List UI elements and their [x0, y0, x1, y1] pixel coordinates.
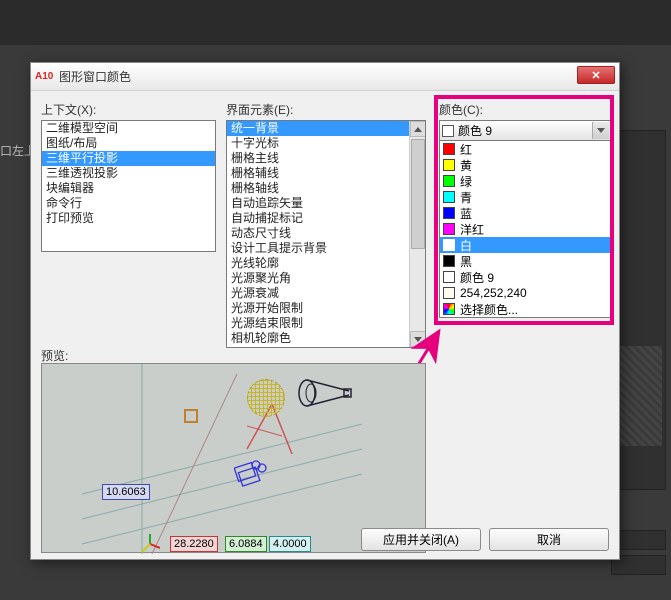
element-list-item[interactable]: 自动追踪矢量 — [227, 196, 425, 211]
color-swatch-icon — [443, 175, 455, 187]
color-option-label: 黑 — [460, 253, 472, 270]
color-swatch-icon — [443, 255, 455, 267]
scroll-down-button[interactable] — [410, 331, 426, 347]
cancel-button[interactable]: 取消 — [489, 528, 609, 551]
element-list-item[interactable]: 栅格主线 — [227, 151, 425, 166]
app-icon: A10 — [35, 69, 53, 85]
element-list-item[interactable]: 设计工具提示背景 — [227, 241, 425, 256]
element-list-item[interactable]: 光源衰减 — [227, 286, 425, 301]
combobox-drop-button[interactable] — [592, 122, 609, 139]
arrow-down-icon — [414, 337, 422, 342]
context-list-item[interactable]: 命令行 — [42, 196, 215, 211]
cancel-label: 取消 — [537, 531, 561, 548]
color-swatch-icon — [443, 159, 455, 171]
color-option-label: 黄 — [460, 157, 472, 174]
color-option-label: 青 — [460, 189, 472, 206]
scroll-thumb[interactable] — [411, 139, 425, 249]
dialog-title: 图形窗口颜色 — [59, 68, 131, 85]
close-icon: ✕ — [591, 69, 600, 82]
chevron-down-icon — [597, 128, 605, 133]
dialog-body: 上下文(X): 二维模型空间图纸/布局三维平行投影三维透视投影块编辑器命令行打印… — [41, 101, 609, 519]
color-option-label: 红 — [460, 141, 472, 158]
color-swatch-icon — [443, 271, 455, 283]
preview-value-a: 10.6063 — [102, 484, 150, 500]
element-list-item[interactable]: 统一背景 — [227, 121, 425, 136]
element-list-item[interactable]: 十字光标 — [227, 136, 425, 151]
color-option-label: 绿 — [460, 173, 472, 190]
context-label: 上下文(X): — [41, 101, 216, 118]
element-list-item[interactable]: 光源开始限制 — [227, 301, 425, 316]
color-option[interactable]: 洋红 — [440, 221, 610, 237]
current-color-text: 颜色 9 — [458, 122, 492, 139]
color-label: 颜色(C): — [439, 101, 611, 118]
preview-camera-wireframe — [234, 459, 268, 489]
color-swatch-icon — [443, 191, 455, 203]
color-option[interactable]: 蓝 — [440, 205, 610, 221]
color-option-label: 白 — [460, 237, 472, 254]
color-swatch-icon — [443, 223, 455, 235]
element-column: 界面元素(E): 统一背景十字光标栅格主线栅格辅线栅格轴线自动追踪矢量自动捕捉标… — [226, 101, 426, 348]
element-list-item[interactable]: 栅格轴线 — [227, 181, 425, 196]
color-option-label: 蓝 — [460, 205, 472, 222]
app-header-strip — [0, 0, 671, 45]
color-option[interactable]: 红 — [440, 141, 610, 157]
element-list-item[interactable]: 自动捕捉标记 — [227, 211, 425, 226]
preview-label: 预览: — [41, 347, 68, 364]
context-list-item[interactable]: 图纸/布局 — [42, 136, 215, 151]
dialog-titlebar[interactable]: A10 图形窗口颜色 ✕ — [31, 63, 619, 91]
color-swatch-icon — [443, 207, 455, 219]
color-combobox[interactable]: 颜色 9 — [439, 120, 611, 141]
element-listbox[interactable]: 统一背景十字光标栅格主线栅格辅线栅格轴线自动追踪矢量自动捕捉标记动态尺寸线设计工… — [226, 120, 426, 348]
element-list-item[interactable]: 相机轮廓色 — [227, 331, 425, 346]
element-label: 界面元素(E): — [226, 101, 426, 118]
preview-gizmo-handle — [184, 409, 198, 423]
color-option[interactable]: 青 — [440, 189, 610, 205]
arrow-up-icon — [414, 127, 422, 132]
color-option[interactable]: 白 — [440, 237, 610, 253]
color-option-label: 颜色 9 — [460, 269, 494, 286]
color-option-label: 254,252,240 — [460, 286, 527, 300]
context-column: 上下文(X): 二维模型空间图纸/布局三维平行投影三维透视投影块编辑器命令行打印… — [41, 101, 216, 252]
context-listbox[interactable]: 二维模型空间图纸/布局三维平行投影三维透视投影块编辑器命令行打印预览 — [41, 120, 216, 252]
element-list-item[interactable]: 栅格辅线 — [227, 166, 425, 181]
element-scrollbar[interactable] — [409, 121, 425, 347]
preview-sphere-wireframe — [247, 379, 285, 417]
dialog-button-row: 应用并关闭(A) 取消 — [31, 528, 609, 551]
context-list-item[interactable]: 三维透视投影 — [42, 166, 215, 181]
color-option-label: 洋红 — [460, 221, 484, 238]
color-swatch-icon — [443, 143, 455, 155]
color-option[interactable]: 选择颜色... — [440, 301, 610, 317]
color-option[interactable]: 254,252,240 — [440, 285, 610, 301]
element-list-item[interactable]: 光源聚光角 — [227, 271, 425, 286]
color-option[interactable]: 黑 — [440, 253, 610, 269]
apply-and-close-button[interactable]: 应用并关闭(A) — [361, 528, 481, 551]
color-option[interactable]: 颜色 9 — [440, 269, 610, 285]
context-list-item[interactable]: 打印预览 — [42, 211, 215, 226]
color-swatch-icon — [443, 303, 455, 315]
context-list-item[interactable]: 二维模型空间 — [42, 121, 215, 136]
color-option[interactable]: 绿 — [440, 173, 610, 189]
preview-viewport: 10.6063 28.2280 6.0884 4.0000 — [41, 363, 426, 553]
drawing-window-color-dialog: A10 图形窗口颜色 ✕ 上下文(X): 二维模型空间图纸/布局三维平行投影三维… — [30, 62, 620, 560]
element-list-item[interactable]: 光线轮廓 — [227, 256, 425, 271]
scroll-up-button[interactable] — [410, 121, 426, 137]
color-option[interactable]: 黄 — [440, 157, 610, 173]
apply-and-close-label: 应用并关闭(A) — [383, 531, 459, 548]
context-list-item[interactable]: 块编辑器 — [42, 181, 215, 196]
color-dropdown-list[interactable]: 红黄绿青蓝洋红白黑颜色 9254,252,240选择颜色... — [439, 140, 611, 318]
element-list-item[interactable]: 光源结束限制 — [227, 316, 425, 331]
color-swatch-icon — [443, 239, 455, 251]
context-list-item[interactable]: 三维平行投影 — [42, 151, 215, 166]
color-column: 颜色(C): 颜色 9 红黄绿青蓝洋红白黑颜色 9254,252,240选择颜色… — [439, 101, 611, 318]
color-swatch-icon — [443, 287, 455, 299]
color-option-label: 选择颜色... — [460, 301, 518, 318]
element-list-item[interactable]: 动态尺寸线 — [227, 226, 425, 241]
close-button[interactable]: ✕ — [577, 66, 615, 84]
preview-camera-cone — [297, 372, 352, 414]
current-color-swatch — [442, 125, 454, 137]
